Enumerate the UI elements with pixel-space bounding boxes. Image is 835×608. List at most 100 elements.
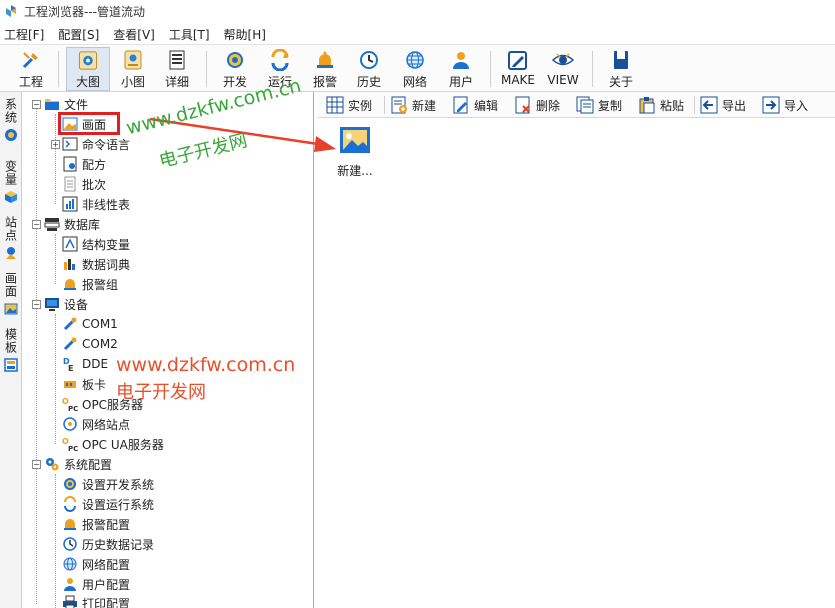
import-button[interactable]: 导入 (762, 94, 808, 116)
opc-icon: OPC (62, 437, 78, 452)
tab-system-label: 系统 (3, 98, 18, 124)
export-button[interactable]: 导出 (700, 94, 746, 116)
expander-file[interactable]: − (32, 100, 41, 109)
export-icon (700, 96, 718, 114)
tree-node-print-config[interactable]: 打印配置 (62, 593, 130, 608)
printer-icon (63, 595, 77, 608)
eye-icon (552, 53, 574, 66)
tree-node-command[interactable]: 命令语言 (62, 134, 130, 154)
tree-node-alarm-group[interactable]: 报警组 (62, 274, 118, 294)
run-cycle-icon (64, 496, 76, 512)
large-icons-icon (78, 51, 98, 70)
grid-icon (326, 96, 344, 114)
tree-node-recipe[interactable]: 配方 (62, 154, 106, 174)
edit-label: 编辑 (474, 98, 499, 113)
network-label: 网络 (402, 75, 427, 89)
bell-icon (64, 279, 76, 290)
tree-node-net-site[interactable]: 网络站点 (62, 414, 130, 434)
tab-sites[interactable]: 站点 (2, 216, 20, 260)
tree-node-set-dev[interactable]: 设置开发系统 (62, 474, 154, 494)
tab-templates[interactable]: 模板 (2, 328, 20, 372)
batch-icon (64, 176, 76, 192)
network-button[interactable]: 网络 (398, 47, 432, 91)
expander-sys-config[interactable]: − (32, 460, 41, 469)
tree-node-board[interactable]: 板卡 (62, 374, 106, 394)
globe-icon (406, 51, 424, 69)
large-icons-button[interactable]: 大图 (66, 47, 110, 91)
tree-node-net-config[interactable]: 网络配置 (62, 554, 130, 574)
database-icon (44, 218, 60, 231)
globe-icon (63, 557, 77, 571)
tree-line (55, 114, 56, 204)
history-button[interactable]: 历史 (352, 47, 386, 91)
menu-config[interactable]: 配置[S] (58, 26, 99, 43)
copy-button[interactable]: 复制 (576, 94, 622, 116)
user-icon (453, 52, 469, 69)
tree-node-com1[interactable]: COM1 (62, 314, 118, 334)
toolbar-separator (694, 96, 695, 114)
bar-chart-icon (64, 259, 75, 270)
user-icon (64, 578, 76, 591)
menu-tools[interactable]: 工具[T] (169, 26, 210, 43)
paste-button[interactable]: 粘贴 (638, 94, 684, 116)
menu-help[interactable]: 帮助[H] (224, 26, 266, 43)
expander-command[interactable]: + (51, 140, 60, 149)
menu-view[interactable]: 查看[V] (113, 26, 155, 43)
about-button[interactable]: 关于 (604, 47, 638, 91)
tree-node-dde[interactable]: DE DDE (62, 354, 108, 374)
tree-node-file[interactable]: 文件 (44, 94, 88, 114)
detail-button[interactable]: 详细 (160, 47, 194, 91)
struct-icon (62, 236, 78, 252)
tree-label-print-config: 打印配置 (82, 596, 131, 608)
view-button[interactable]: VIEW (544, 47, 582, 91)
instance-button[interactable]: 实例 (326, 94, 372, 116)
expander-device[interactable]: − (32, 300, 41, 309)
tree-node-nonlinear[interactable]: 非线性表 (62, 194, 130, 214)
project-button[interactable]: 工程 (14, 47, 48, 91)
tree-node-struct-var[interactable]: 结构变量 (62, 234, 130, 254)
pen-edit-icon (508, 51, 527, 70)
tree-label-net-site: 网络站点 (82, 417, 131, 432)
tree-node-database[interactable]: 数据库 (44, 214, 100, 234)
tree-node-opcua[interactable]: O PC OPC UA服务器 (62, 434, 164, 454)
tree-node-set-run[interactable]: 设置运行系统 (62, 494, 154, 514)
new-screen-item[interactable]: 新建... (332, 126, 378, 179)
tree-node-user-config[interactable]: 用户配置 (62, 574, 130, 594)
tree-line (55, 474, 56, 608)
tree-label-set-run: 设置运行系统 (82, 497, 155, 512)
tab-system[interactable]: 系统 (2, 98, 20, 142)
tree-node-sys-config[interactable]: 系统配置 (44, 454, 112, 474)
small-icons-button[interactable]: 小图 (116, 47, 150, 91)
user-button[interactable]: 用户 (444, 47, 478, 91)
tree-node-alarm-config[interactable]: 报警配置 (62, 514, 130, 534)
svg-text:PC: PC (68, 445, 78, 452)
tree-node-com2[interactable]: COM2 (62, 334, 118, 354)
tree-node-batch[interactable]: 批次 (62, 174, 106, 194)
tree-line (36, 104, 37, 604)
tree-node-device[interactable]: 设备 (44, 294, 88, 314)
tree-node-history-record[interactable]: 历史数据记录 (62, 534, 154, 554)
main-toolbar: 工程 大图 小图 详细 开发 运行 报警 历史 网络 用户 MAKE VIEW … (0, 44, 835, 92)
recipe-icon (63, 156, 77, 172)
tree-label-data-dict: 数据词典 (82, 257, 131, 272)
menu-file[interactable]: 工程[F] (4, 26, 44, 43)
tree-node-data-dict[interactable]: 数据词典 (62, 254, 130, 274)
tab-sites-label: 站点 (3, 216, 18, 242)
highlight-box (58, 112, 120, 135)
tree-label-nonlinear: 非线性表 (82, 197, 131, 212)
develop-button[interactable]: 开发 (218, 47, 252, 91)
make-button[interactable]: MAKE (498, 47, 538, 91)
tree-label-dde: DDE (82, 357, 109, 371)
delete-label: 删除 (536, 98, 561, 113)
tab-screens[interactable]: 画面 (2, 272, 20, 316)
delete-button[interactable]: 删除 (514, 94, 560, 116)
clock-icon (63, 537, 77, 551)
alarm-button[interactable]: 报警 (308, 47, 342, 91)
new-button[interactable]: 新建 (390, 94, 436, 116)
tree-label-net-config: 网络配置 (82, 557, 131, 572)
toolbar-separator (592, 51, 593, 87)
expander-database[interactable]: − (32, 220, 41, 229)
tree-label-sys-config: 系统配置 (64, 457, 113, 472)
tab-variables[interactable]: 变量 (2, 160, 20, 204)
edit-button[interactable]: 编辑 (452, 94, 498, 116)
